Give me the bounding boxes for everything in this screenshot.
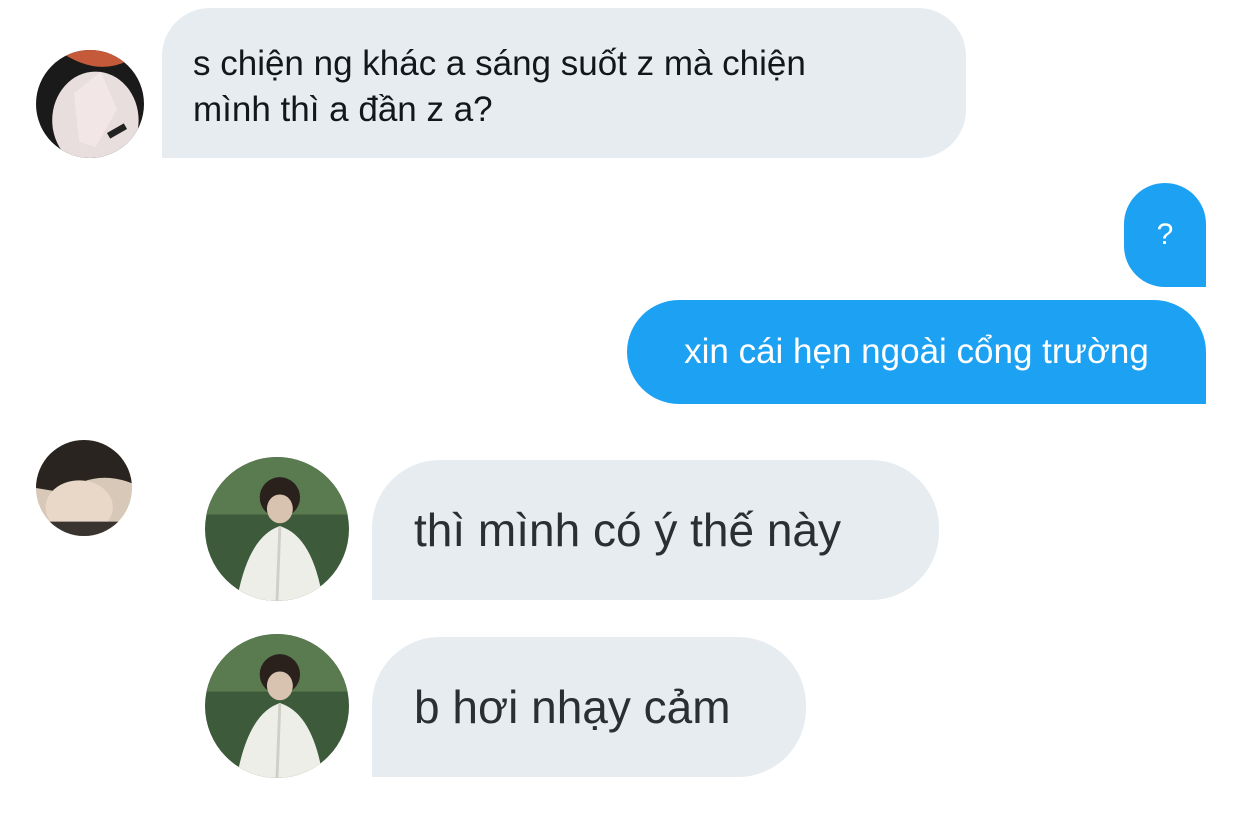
avatar-photo-icon — [205, 457, 349, 601]
message-text-line: mình thì a đần z a? — [193, 90, 493, 129]
message-text: b hơi nhạy cảm — [414, 681, 731, 733]
message-text-line: s chiện ng khác a sáng suốt z mà chiện — [193, 44, 806, 83]
avatar-photo-icon — [36, 440, 132, 536]
message-text: xin cái hẹn ngoài cổng trường — [684, 332, 1149, 371]
avatar[interactable] — [36, 50, 144, 158]
message-text: ? — [1156, 218, 1174, 251]
avatar[interactable] — [205, 457, 349, 601]
avatar-photo-icon — [205, 634, 349, 778]
message-bubble-incoming[interactable]: b hơi nhạy cảm — [372, 637, 806, 777]
message-bubble-outgoing[interactable]: ? — [1124, 183, 1206, 287]
avatar[interactable] — [205, 634, 349, 778]
avatar-photo-icon — [36, 50, 144, 158]
message-text: thì mình có ý thế này — [414, 504, 842, 556]
message-bubble-outgoing[interactable]: xin cái hẹn ngoài cổng trường — [627, 300, 1206, 404]
message-bubble-incoming[interactable]: s chiện ng khác a sáng suốt z mà chiện m… — [162, 8, 966, 158]
avatar[interactable] — [36, 440, 132, 536]
message-bubble-incoming[interactable]: thì mình có ý thế này — [372, 460, 939, 600]
